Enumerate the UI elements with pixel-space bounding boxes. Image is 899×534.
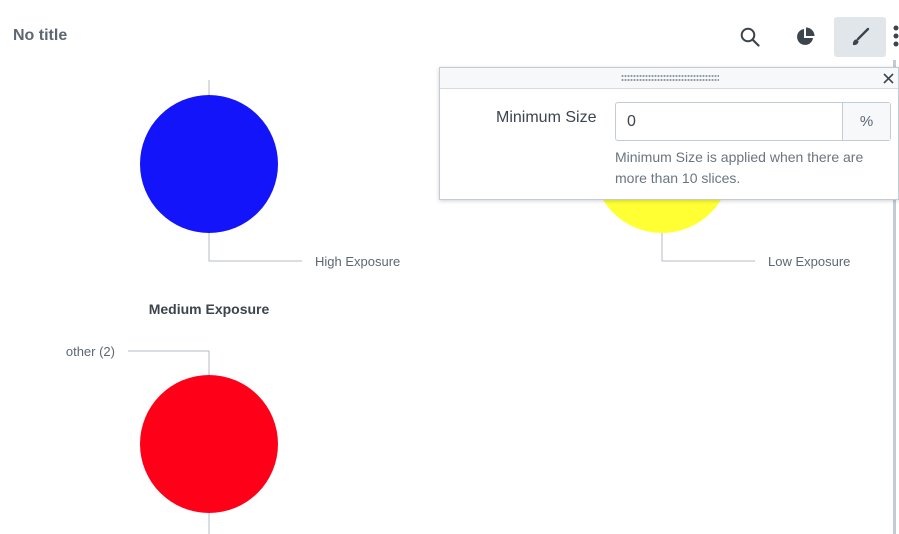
chart-type-button[interactable] xyxy=(779,17,831,57)
page-title: No title xyxy=(13,27,68,44)
pie-slice[interactable] xyxy=(140,375,278,513)
minimum-size-help: Minimum Size is applied when there are m… xyxy=(615,149,864,186)
pie-chart-icon xyxy=(797,27,815,45)
search-icon xyxy=(740,27,760,47)
minimum-size-field: % xyxy=(615,102,891,141)
slice-label: other (2) xyxy=(66,344,115,359)
drag-handle[interactable] xyxy=(621,74,719,82)
pie-chart-1: High Exposure xyxy=(140,80,400,269)
slice-leader-line xyxy=(128,350,210,375)
minimum-size-label: Minimum Size xyxy=(496,109,597,126)
minimum-size-input[interactable] xyxy=(616,103,842,140)
paintbrush-icon xyxy=(852,27,870,46)
format-popover: Minimum Size % Minimum Size is applied w… xyxy=(439,67,899,200)
slice-leader-line xyxy=(208,233,302,262)
popover-header xyxy=(440,68,898,89)
close-button[interactable] xyxy=(880,69,896,87)
slice-label: Low Exposure xyxy=(768,254,850,269)
slice-leader-line xyxy=(661,233,755,262)
close-icon xyxy=(882,72,894,84)
pie-slice[interactable] xyxy=(140,95,278,233)
pie-chart-title: Medium Exposure xyxy=(149,301,270,317)
search-button[interactable] xyxy=(724,17,776,57)
format-button[interactable] xyxy=(834,17,886,57)
slice-label: High Exposure xyxy=(315,254,400,269)
percent-unit: % xyxy=(842,103,890,140)
more-options-button[interactable] xyxy=(892,24,899,50)
kebab-menu-icon xyxy=(893,25,899,47)
pie-chart-3: other (2) Medium Exposure xyxy=(66,301,278,534)
